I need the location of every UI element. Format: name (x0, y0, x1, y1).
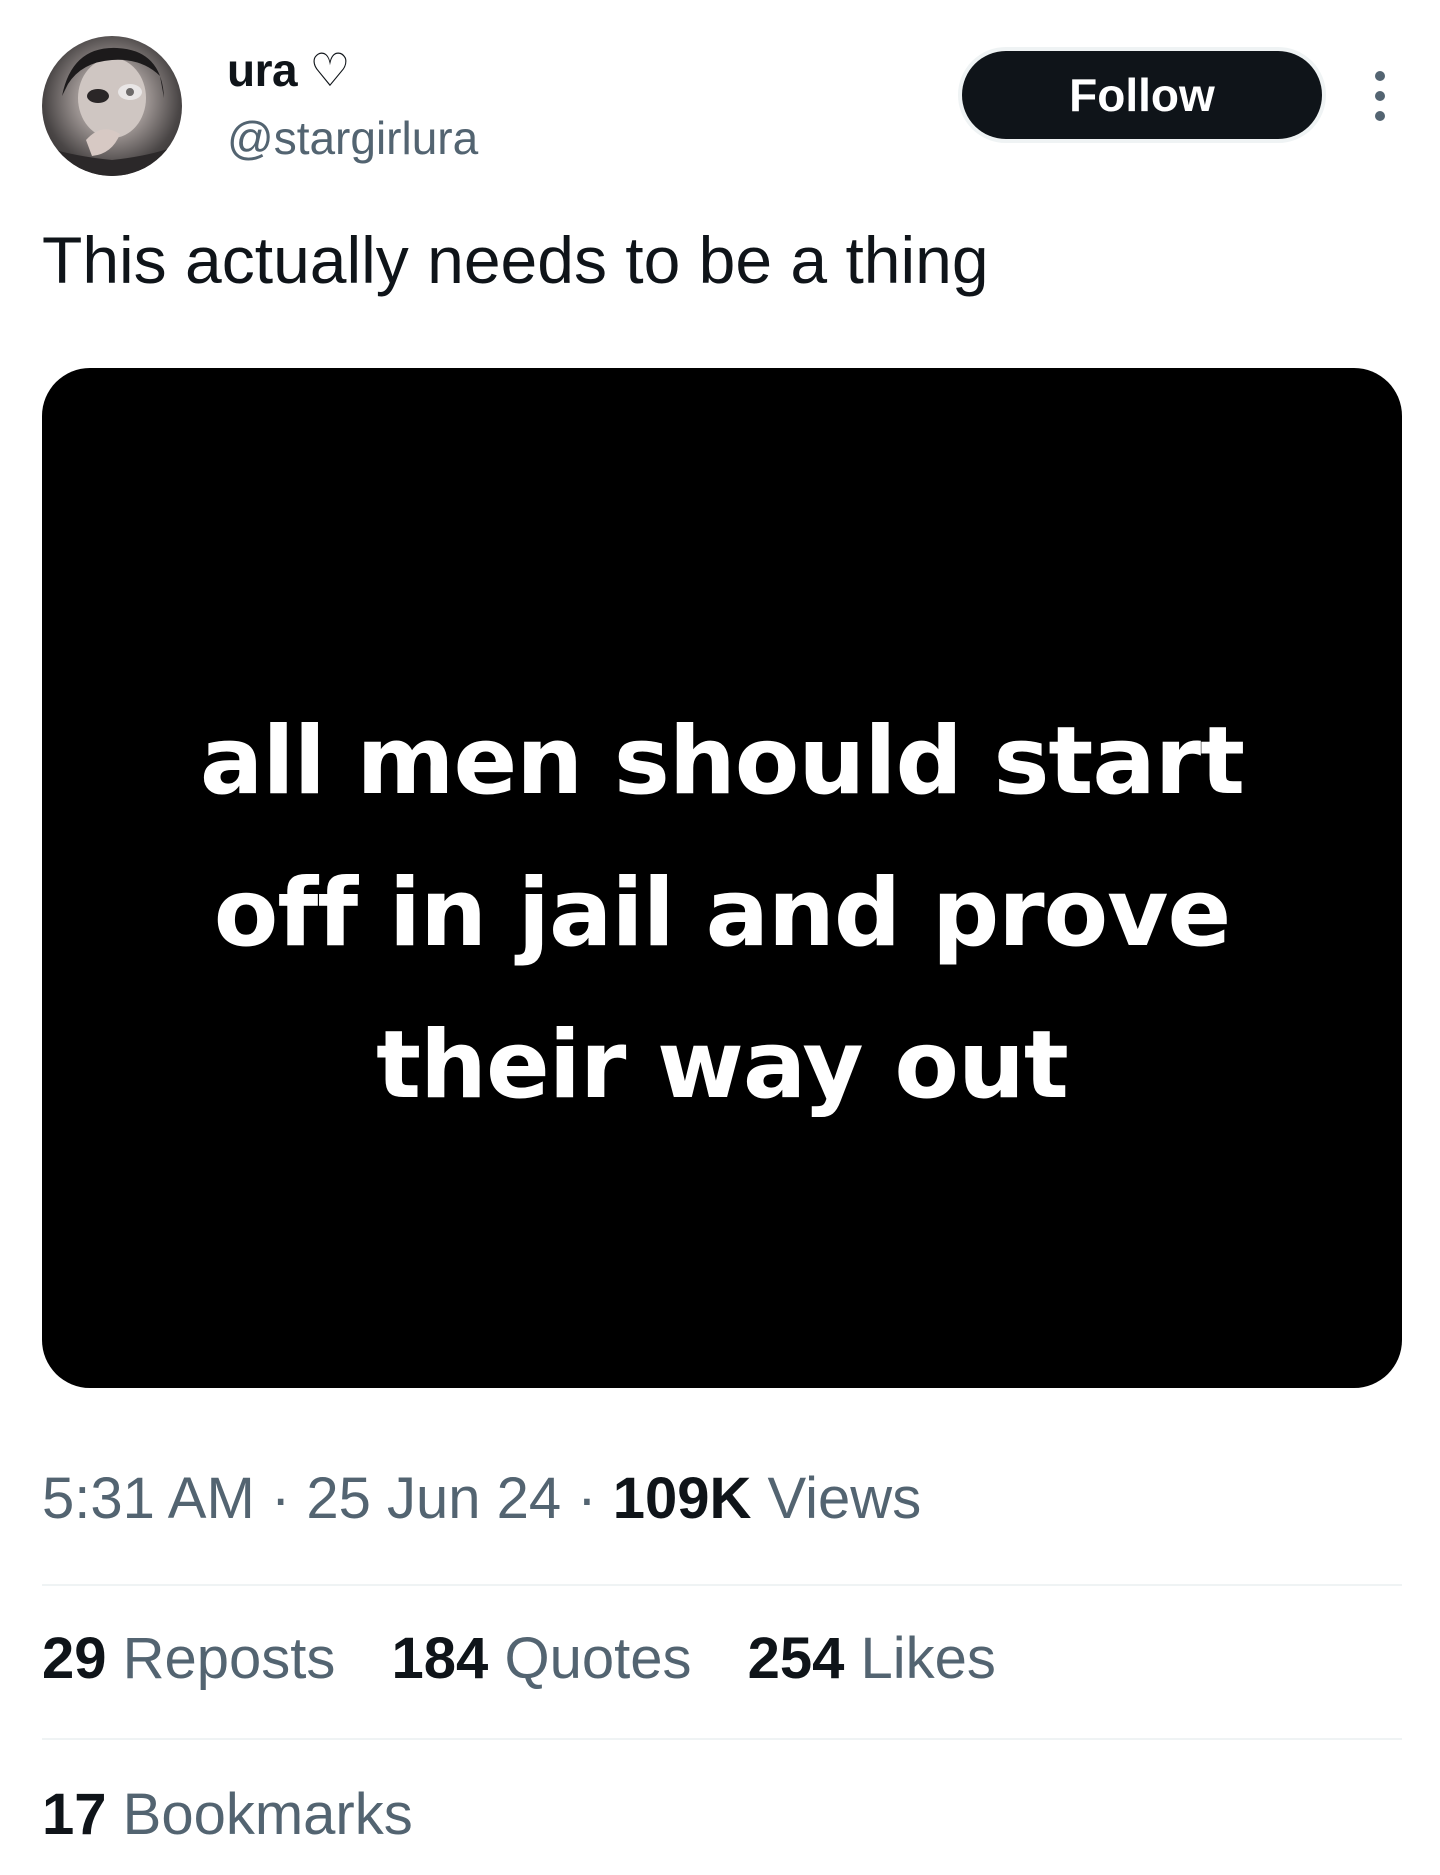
tweet-date[interactable]: 25 Jun 24 (306, 1466, 561, 1531)
bookmarks-label: Bookmarks (122, 1782, 413, 1847)
views-label: Views (767, 1466, 922, 1531)
more-vertical-icon[interactable] (1362, 66, 1398, 126)
author-display-name[interactable]: ura ♡ (227, 42, 351, 98)
tweet-time[interactable]: 5:31 AM (42, 1466, 255, 1531)
author-handle[interactable]: @stargirlura (227, 110, 478, 166)
quotes-label: Quotes (504, 1626, 692, 1691)
likes-count: 254 (747, 1626, 845, 1691)
likes-stat[interactable]: 254 Likes (748, 1626, 996, 1691)
tweet-meta: 5:31 AM · 25 Jun 24 · 109K Views (42, 1466, 921, 1532)
reposts-label: Reposts (122, 1626, 336, 1691)
bookmarks-stat[interactable]: 17 Bookmarks (42, 1782, 413, 1848)
quotes-count: 184 (391, 1626, 489, 1691)
quotes-stat[interactable]: 184 Quotes (392, 1626, 692, 1691)
bookmarks-count: 17 (42, 1782, 107, 1847)
engagement-stats: 29 Reposts 184 Quotes 254 Likes (42, 1626, 1036, 1692)
media-caption-line: their way out (376, 1011, 1069, 1120)
reposts-count: 29 (42, 1626, 107, 1691)
follow-button[interactable]: Follow (962, 51, 1322, 139)
media-caption: all men should start off in jail and pro… (42, 686, 1402, 1142)
tweet-text: This actually needs to be a thing (42, 223, 989, 297)
avatar[interactable] (42, 36, 182, 176)
user-avatar-icon (42, 47, 182, 176)
media-caption-line: off in jail and prove (213, 859, 1231, 968)
meta-separator: · (270, 1466, 291, 1531)
media-caption-line: all men should start (199, 707, 1245, 816)
tweet-media-image[interactable]: all men should start off in jail and pro… (42, 368, 1402, 1388)
likes-label: Likes (860, 1626, 996, 1691)
views-count: 109K (612, 1466, 752, 1531)
reposts-stat[interactable]: 29 Reposts (42, 1626, 335, 1691)
divider (42, 1584, 1402, 1586)
divider (42, 1738, 1402, 1740)
meta-separator: · (577, 1466, 597, 1531)
tweet-header: ura ♡ @stargirlura Follow (42, 36, 1398, 176)
